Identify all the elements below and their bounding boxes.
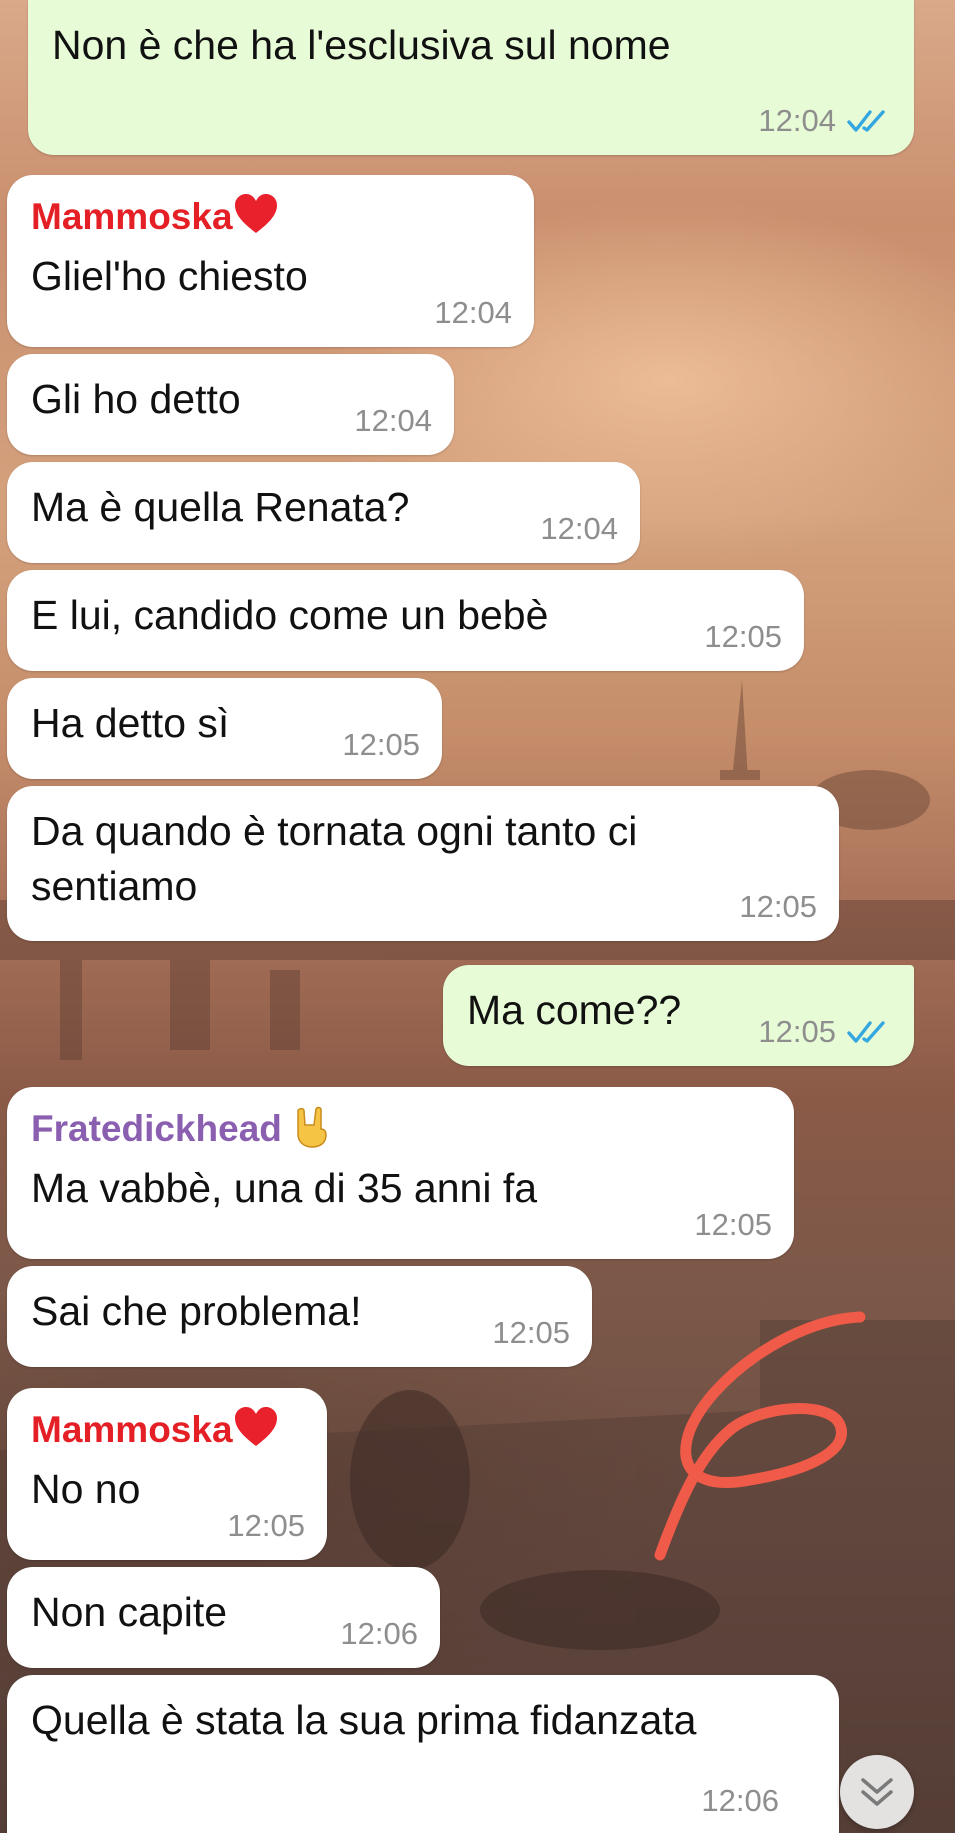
message-time: 12:06: [701, 1783, 779, 1818]
message-meta: 12:05: [342, 727, 420, 763]
annotation-scribble: [654, 1311, 866, 1561]
message-bubble-incoming[interactable]: Mammoska No no 12:05: [7, 1388, 327, 1560]
double-check-icon: [847, 110, 885, 132]
red-heart-icon: [234, 194, 277, 233]
message-time: 12:04: [354, 403, 432, 438]
message-time: 12:05: [758, 1014, 836, 1049]
message-time: 12:04: [540, 511, 618, 546]
sender-name-text: Fratedickhead: [31, 1108, 282, 1149]
message-text: E lui, candido come un bebè: [31, 592, 549, 638]
message-text: Ma è quella Renata?: [31, 484, 410, 530]
message-time: 12:04: [758, 103, 836, 138]
sign-of-the-horns-icon: [297, 1106, 327, 1148]
message-time: 12:05: [694, 1207, 772, 1242]
message-meta: 12:05: [704, 619, 782, 655]
message-bubble-outgoing[interactable]: Non è che ha l'esclusiva sul nome 12:04: [28, 0, 914, 155]
message-meta: 12:04: [758, 103, 892, 139]
message-bubble-incoming[interactable]: Mammoska Gliel'ho chiesto 12:04: [7, 175, 534, 347]
red-heart-icon: [234, 1407, 277, 1446]
message-meta: 12:04: [540, 511, 618, 547]
message-time: 12:05: [704, 619, 782, 654]
message-time: 12:04: [434, 295, 512, 330]
message-meta: 12:05: [694, 1207, 772, 1243]
message-text: Da quando è tornata ogni tanto ci sentia…: [31, 808, 638, 909]
message-bubble-incoming[interactable]: Fratedickhead Ma vabbè, una di 35 anni f…: [7, 1087, 794, 1259]
message-meta: 12:04: [354, 403, 432, 439]
message-meta: 12:06: [340, 1616, 418, 1652]
message-meta: 12:05: [227, 1508, 305, 1544]
message-meta: 12:04: [434, 295, 512, 331]
message-meta: 12:05: [492, 1315, 570, 1351]
message-time: 12:05: [227, 1508, 305, 1543]
message-bubble-incoming[interactable]: Ha detto sì 12:05: [7, 678, 442, 779]
message-bubble-outgoing[interactable]: Ma come?? 12:05: [443, 965, 914, 1066]
message-bubble-incoming[interactable]: Da quando è tornata ogni tanto ci sentia…: [7, 786, 839, 941]
message-text: Non è che ha l'esclusiva sul nome: [52, 22, 671, 68]
message-bubble-incoming[interactable]: Gli ho detto 12:04: [7, 354, 454, 455]
message-bubble-incoming[interactable]: Quella è stata la sua prima fidanzata 12…: [7, 1675, 839, 1833]
sender-name: Mammoska: [31, 193, 510, 239]
message-time: 12:05: [739, 889, 817, 924]
message-time: 12:05: [492, 1315, 570, 1350]
message-meta: 12:06: [701, 1783, 779, 1819]
message-time: 12:06: [340, 1616, 418, 1651]
message-bubble-incoming[interactable]: Ma è quella Renata? 12:04: [7, 462, 640, 563]
message-bubble-incoming[interactable]: E lui, candido come un bebè 12:05: [7, 570, 804, 671]
double-check-icon: [847, 1021, 885, 1043]
message-meta: 12:05: [758, 1014, 892, 1050]
message-bubble-incoming[interactable]: Sai che problema! 12:05: [7, 1266, 592, 1367]
double-chevron-down-icon: [861, 1778, 893, 1806]
sender-name-text: Mammoska: [31, 196, 233, 237]
scroll-to-bottom-button[interactable]: [840, 1755, 914, 1829]
sender-name: Fratedickhead: [31, 1105, 770, 1151]
sender-name: Mammoska: [31, 1406, 303, 1452]
message-bubble-incoming[interactable]: Non capite 12:06: [7, 1567, 440, 1668]
message-text: Sai che problema!: [31, 1288, 362, 1334]
sender-name-text: Mammoska: [31, 1409, 233, 1450]
message-time: 12:05: [342, 727, 420, 762]
message-text: Ma vabbè, una di 35 anni fa: [31, 1165, 538, 1211]
message-meta: 12:05: [739, 889, 817, 925]
message-text: Quella è stata la sua prima fidanzata: [31, 1697, 697, 1743]
